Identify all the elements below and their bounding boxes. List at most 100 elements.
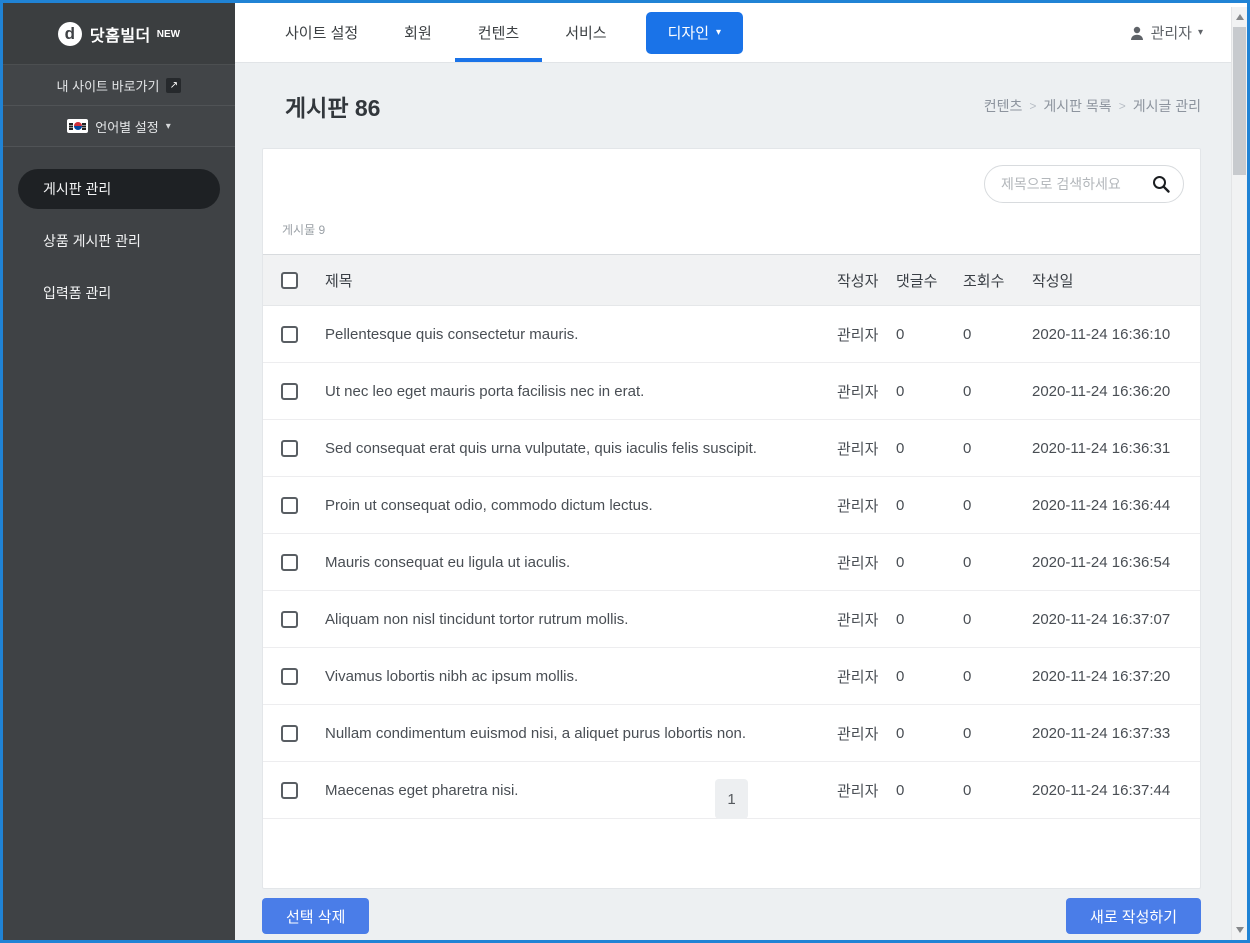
post-author: 관리자 [837, 666, 896, 687]
language-label: 언어별 설정 [95, 117, 158, 136]
board-card: 게시물 9 제목 작성자 댓글수 조회수 작성일 Pellentesque qu… [262, 148, 1201, 889]
post-date: 2020-11-24 16:37:07 [1032, 611, 1200, 628]
post-date: 2020-11-24 16:36:10 [1032, 326, 1200, 343]
post-title[interactable]: Sed consequat erat quis urna vulputate, … [325, 440, 837, 457]
brand-logo[interactable]: d 닷홈빌더 NEW [3, 3, 235, 65]
search-icon[interactable] [1151, 174, 1171, 194]
create-new-button[interactable]: 새로 작성하기 [1066, 898, 1201, 934]
post-date: 2020-11-24 16:36:44 [1032, 497, 1200, 514]
post-views: 0 [963, 554, 1032, 571]
table-header-row: 제목 작성자 댓글수 조회수 작성일 [263, 254, 1200, 306]
post-author: 관리자 [837, 438, 896, 459]
post-title[interactable]: Vivamus lobortis nibh ac ipsum mollis. [325, 668, 837, 685]
row-checkbox[interactable] [281, 725, 298, 742]
column-views: 조회수 [963, 270, 1032, 291]
vertical-scrollbar[interactable] [1231, 7, 1247, 940]
table-row[interactable]: Proin ut consequat odio, commodo dictum … [263, 477, 1200, 534]
post-title[interactable]: Aliquam non nisl tincidunt tortor rutrum… [325, 611, 837, 628]
pagination: 1 [263, 779, 1200, 819]
breadcrumb-separator: > [1119, 99, 1126, 113]
post-title[interactable]: Proin ut consequat odio, commodo dictum … [325, 497, 837, 514]
chevron-down-icon: ▾ [1198, 27, 1203, 38]
brand-name: 닷홈빌더 [90, 22, 151, 46]
tab-site-settings[interactable]: 사이트 설정 [262, 3, 381, 62]
post-views: 0 [963, 725, 1032, 742]
sidebar-item-form-management[interactable]: 입력폼 관리 [3, 273, 235, 313]
post-title[interactable]: Mauris consequat eu ligula ut iaculis. [325, 554, 837, 571]
posts-table: 제목 작성자 댓글수 조회수 작성일 Pellentesque quis con… [263, 254, 1200, 819]
post-views: 0 [963, 611, 1032, 628]
table-row[interactable]: Aliquam non nisl tincidunt tortor rutrum… [263, 591, 1200, 648]
breadcrumb: 컨텐츠 > 게시판 목록 > 게시글 관리 [984, 96, 1201, 116]
breadcrumb-post-management[interactable]: 게시글 관리 [1133, 96, 1201, 116]
post-comments: 0 [896, 440, 963, 457]
post-author: 관리자 [837, 324, 896, 345]
post-date: 2020-11-24 16:37:33 [1032, 725, 1200, 742]
post-views: 0 [963, 440, 1032, 457]
scrollbar-thumb[interactable] [1233, 27, 1246, 175]
tab-contents[interactable]: 컨텐츠 [455, 3, 542, 62]
table-row[interactable]: Ut nec leo eget mauris porta facilisis n… [263, 363, 1200, 420]
row-checkbox[interactable] [281, 554, 298, 571]
row-checkbox[interactable] [281, 440, 298, 457]
table-row[interactable]: Mauris consequat eu ligula ut iaculis. 관… [263, 534, 1200, 591]
bottom-actions: 선택 삭제 새로 작성하기 [262, 898, 1201, 934]
person-icon [1129, 25, 1145, 41]
post-comments: 0 [896, 497, 963, 514]
top-navigation: 사이트 설정 회원 컨텐츠 서비스 디자인 ▾ 관리자 ▾ [235, 3, 1247, 63]
row-checkbox[interactable] [281, 668, 298, 685]
post-views: 0 [963, 326, 1032, 343]
search-box [984, 165, 1184, 203]
post-comments: 0 [896, 554, 963, 571]
post-comments: 0 [896, 668, 963, 685]
delete-selected-button[interactable]: 선택 삭제 [262, 898, 369, 934]
breadcrumb-board-list[interactable]: 게시판 목록 [1043, 96, 1111, 116]
chevron-down-icon: ▾ [166, 121, 171, 132]
admin-user-menu[interactable]: 관리자 ▾ [1129, 22, 1203, 43]
scroll-down-icon[interactable] [1232, 922, 1247, 938]
korea-flag-icon [67, 119, 88, 133]
post-author: 관리자 [837, 552, 896, 573]
table-row[interactable]: Sed consequat erat quis urna vulputate, … [263, 420, 1200, 477]
breadcrumb-contents[interactable]: 컨텐츠 [984, 96, 1023, 116]
row-checkbox[interactable] [281, 383, 298, 400]
select-all-checkbox[interactable] [281, 272, 298, 289]
column-comments: 댓글수 [896, 270, 963, 291]
post-date: 2020-11-24 16:36:31 [1032, 440, 1200, 457]
table-row[interactable]: Pellentesque quis consectetur mauris. 관리… [263, 306, 1200, 363]
row-checkbox[interactable] [281, 326, 298, 343]
column-author: 작성자 [837, 270, 896, 291]
design-button[interactable]: 디자인 ▾ [646, 12, 743, 54]
dothome-logo-icon: d [58, 22, 82, 46]
sidebar-item-product-board-management[interactable]: 상품 게시판 관리 [3, 221, 235, 261]
tab-services[interactable]: 서비스 [542, 3, 629, 62]
admin-user-label: 관리자 [1151, 22, 1192, 43]
post-comments: 0 [896, 326, 963, 343]
sidebar-menu: 게시판 관리 상품 게시판 관리 입력폼 관리 [3, 169, 235, 313]
main-content: 게시판 86 컨텐츠 > 게시판 목록 > 게시글 관리 게시물 9 제목 작성… [235, 63, 1231, 940]
sidebar: d 닷홈빌더 NEW 내 사이트 바로가기 ↗ 언어별 설정 ▾ 게시판 관리 … [3, 3, 235, 940]
chevron-down-icon: ▾ [716, 27, 721, 38]
table-row[interactable]: Nullam condimentum euismod nisi, a aliqu… [263, 705, 1200, 762]
post-author: 관리자 [837, 381, 896, 402]
page-button-1[interactable]: 1 [715, 779, 748, 819]
post-author: 관리자 [837, 723, 896, 744]
brand-new-badge: NEW [157, 29, 180, 40]
language-settings[interactable]: 언어별 설정 ▾ [3, 106, 235, 147]
post-title[interactable]: Ut nec leo eget mauris porta facilisis n… [325, 383, 837, 400]
post-comments: 0 [896, 725, 963, 742]
row-checkbox[interactable] [281, 611, 298, 628]
post-views: 0 [963, 383, 1032, 400]
sidebar-item-board-management[interactable]: 게시판 관리 [18, 169, 220, 209]
post-title[interactable]: Pellentesque quis consectetur mauris. [325, 326, 837, 343]
tab-members[interactable]: 회원 [381, 3, 455, 62]
column-date: 작성일 [1032, 270, 1200, 291]
row-checkbox[interactable] [281, 497, 298, 514]
table-row[interactable]: Vivamus lobortis nibh ac ipsum mollis. 관… [263, 648, 1200, 705]
post-title[interactable]: Nullam condimentum euismod nisi, a aliqu… [325, 725, 837, 742]
column-title: 제목 [325, 270, 837, 291]
post-count-label: 게시물 9 [282, 221, 325, 238]
page-title: 게시판 86 [285, 89, 380, 123]
scroll-up-icon[interactable] [1232, 9, 1247, 25]
my-site-shortcut[interactable]: 내 사이트 바로가기 ↗ [3, 65, 235, 106]
